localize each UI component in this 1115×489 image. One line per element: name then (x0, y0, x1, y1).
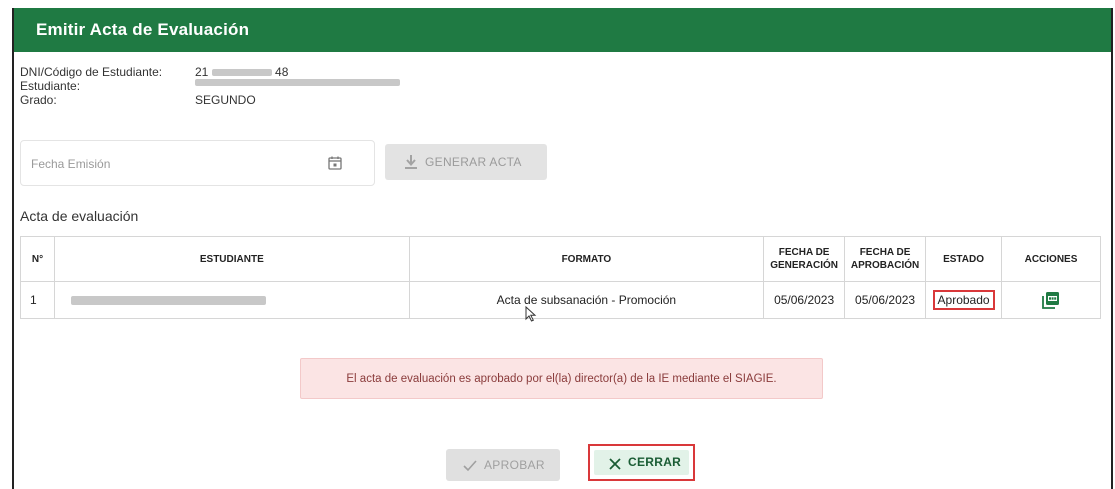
calendar-icon[interactable] (327, 155, 343, 171)
row-actions (1001, 281, 1101, 319)
mouse-cursor-icon (525, 305, 537, 322)
grade-label: Grado: (20, 93, 57, 107)
col-generation-date-line2: GENERACIÓN (770, 260, 838, 271)
close-button-highlight: CERRAR (588, 444, 695, 481)
row-generation-date: 05/06/2023 (763, 281, 846, 319)
row-status-cell: Aprobado (925, 281, 1003, 319)
check-icon (463, 459, 477, 472)
dialog-title: Emitir Acta de Evaluación (36, 20, 250, 39)
approve-button[interactable]: APROBAR (446, 449, 560, 481)
col-generation-date-line1: FECHA DE (778, 247, 830, 258)
row-format: Acta de subsanación - Promoción (408, 281, 765, 319)
col-approval-date-line2: APROBACIÓN (850, 260, 920, 271)
table-header-row: N° ESTUDIANTE FORMATO FECHA DE GENERACIÓ… (20, 236, 1101, 282)
col-format: FORMATO (408, 236, 765, 282)
dni-label: DNI/Código de Estudiante: (20, 65, 163, 79)
section-title: Acta de evaluación (20, 208, 139, 224)
download-icon (404, 154, 418, 170)
col-approval-date: FECHA DE APROBACIÓN (844, 236, 927, 282)
pdf-icon[interactable] (1042, 291, 1060, 309)
generate-acta-button[interactable]: GENERAR ACTA (385, 144, 547, 180)
grade-value: SEGUNDO (195, 93, 256, 107)
col-actions: ACCIONES (1001, 236, 1101, 282)
col-status: ESTADO (925, 236, 1003, 282)
table-row: 1 Acta de subsanación - Promoción 05/06/… (20, 281, 1101, 319)
issue-date-field[interactable]: Fecha Emisión (20, 140, 375, 186)
col-num: N° (20, 236, 55, 282)
student-name-redacted (195, 75, 400, 89)
student-name-blur-cell (70, 296, 266, 306)
close-icon (609, 457, 621, 470)
student-label: Estudiante: (20, 79, 81, 93)
issue-date-placeholder: Fecha Emisión (31, 157, 111, 171)
generate-acta-label: GENERAR ACTA (425, 155, 522, 169)
status-badge: Aprobado (932, 290, 995, 310)
row-num: 1 (20, 281, 55, 319)
dialog-header: Emitir Acta de Evaluación (14, 8, 1111, 52)
acta-table: N° ESTUDIANTE FORMATO FECHA DE GENERACIÓ… (20, 236, 1101, 319)
row-student-redacted (53, 281, 410, 319)
approval-notice: El acta de evaluación es aprobado por el… (300, 358, 823, 399)
close-button[interactable]: CERRAR (594, 450, 689, 475)
top-strip (0, 0, 1115, 8)
row-approval-date: 05/06/2023 (844, 281, 927, 319)
col-approval-date-line1: FECHA DE (859, 247, 911, 258)
student-name-blur (195, 79, 400, 87)
approval-notice-text: El acta de evaluación es aprobado por el… (346, 373, 777, 385)
close-label: CERRAR (628, 455, 682, 469)
approve-label: APROBAR (484, 458, 545, 472)
col-student: ESTUDIANTE (53, 236, 410, 282)
col-generation-date: FECHA DE GENERACIÓN (763, 236, 846, 282)
